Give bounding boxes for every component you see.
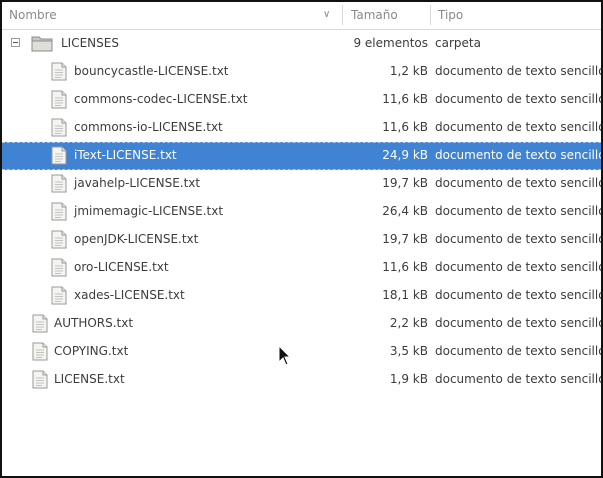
file-name: commons-io-LICENSE.txt xyxy=(74,120,223,134)
file-size: 11,6 kB xyxy=(382,260,428,274)
text-file-icon xyxy=(32,342,48,361)
file-size: 26,4 kB xyxy=(382,204,428,218)
file-name: jmimemagic-LICENSE.txt xyxy=(74,204,224,218)
file-type: carpeta xyxy=(435,36,481,50)
file-size: 19,7 kB xyxy=(382,176,428,190)
file-size: 11,6 kB xyxy=(382,92,428,106)
sort-descending-icon[interactable]: ∨ xyxy=(323,9,330,20)
file-list-view: Nombre ∨ Tamaño Tipo LICENSES 9 elemento… xyxy=(0,0,603,478)
file-type: documento de texto sencillo xyxy=(435,316,603,330)
file-size: 2,2 kB xyxy=(389,316,428,330)
text-file-icon xyxy=(32,314,48,333)
text-file-icon xyxy=(51,146,67,165)
file-size: 1,2 kB xyxy=(389,64,428,78)
file-name: COPYING.txt xyxy=(54,344,129,358)
file-size: 24,9 kB xyxy=(382,148,428,162)
text-file-icon xyxy=(51,286,67,305)
file-name: iText-LICENSE.txt xyxy=(74,148,177,162)
column-header-bar: Nombre ∨ Tamaño Tipo xyxy=(2,2,601,30)
file-size: 19,7 kB xyxy=(382,232,428,246)
column-divider[interactable] xyxy=(430,5,431,25)
file-type: documento de texto sencillo xyxy=(435,176,603,190)
file-type: documento de texto sencillo xyxy=(435,92,603,106)
file-size: 1,9 kB xyxy=(389,372,428,386)
file-row[interactable]: bouncycastle-LICENSE.txt 1,2 kB documento … xyxy=(2,58,601,86)
file-row[interactable]: openJDK-LICENSE.txt 19,7 kB documento de t… xyxy=(2,226,601,254)
file-row[interactable]: AUTHORS.txt 2,2 kB documento de texto senc… xyxy=(2,310,601,338)
file-name: openJDK-LICENSE.txt xyxy=(74,232,199,246)
text-file-icon xyxy=(51,258,67,277)
file-row[interactable]: iText-LICENSE.txt 24,9 kB documento de tex… xyxy=(2,142,601,170)
file-name: LICENSES xyxy=(61,36,119,50)
file-name: oro-LICENSE.txt xyxy=(74,260,169,274)
file-name: xades-LICENSE.txt xyxy=(74,288,185,302)
column-header-size[interactable]: Tamaño xyxy=(351,8,398,22)
file-name: bouncycastle-LICENSE.txt xyxy=(74,64,229,78)
text-file-icon xyxy=(32,370,48,389)
file-row[interactable]: jmimemagic-LICENSE.txt 26,4 kB documento d… xyxy=(2,198,601,226)
column-divider[interactable] xyxy=(342,5,343,25)
column-header-type[interactable]: Tipo xyxy=(438,8,463,22)
text-file-icon xyxy=(51,230,67,249)
file-name: javahelp-LICENSE.txt xyxy=(74,176,201,190)
file-type: documento de texto sencillo xyxy=(435,344,603,358)
collapse-toggle-icon[interactable] xyxy=(11,38,20,47)
column-header-name[interactable]: Nombre xyxy=(9,8,57,22)
file-type: documento de texto sencillo xyxy=(435,64,603,78)
file-row[interactable]: LICENSE.txt 1,9 kB documento de texto senc… xyxy=(2,366,601,394)
file-name: commons-codec-LICENSE.txt xyxy=(74,92,248,106)
file-row[interactable]: commons-io-LICENSE.txt 11,6 kB documento d… xyxy=(2,114,601,142)
file-size: 18,1 kB xyxy=(382,288,428,302)
text-file-icon xyxy=(51,118,67,137)
file-type: documento de texto sencillo xyxy=(435,204,603,218)
file-type: documento de texto sencillo xyxy=(435,232,603,246)
file-name: AUTHORS.txt xyxy=(54,316,134,330)
file-row[interactable]: javahelp-LICENSE.txt 19,7 kB documento de … xyxy=(2,170,601,198)
text-file-icon xyxy=(51,90,67,109)
file-type: documento de texto sencillo xyxy=(435,372,603,386)
file-size: 3,5 kB xyxy=(389,344,428,358)
text-file-icon xyxy=(51,62,67,81)
folder-icon xyxy=(31,36,53,52)
text-file-icon xyxy=(51,202,67,221)
text-file-icon xyxy=(51,174,67,193)
file-size: 9 elementos xyxy=(353,36,428,50)
file-name: LICENSE.txt xyxy=(54,372,125,386)
file-row[interactable]: COPYING.txt 3,5 kB documento de texto senc… xyxy=(2,338,601,366)
file-size: 11,6 kB xyxy=(382,120,428,134)
file-type: documento de texto sencillo xyxy=(435,260,603,274)
file-type: documento de texto sencillo xyxy=(435,148,603,162)
file-row[interactable]: oro-LICENSE.txt 11,6 kB documento de texto… xyxy=(2,254,601,282)
file-type: documento de texto sencillo xyxy=(435,288,603,302)
folder-row-licenses[interactable]: LICENSES 9 elementos carpeta xyxy=(2,30,601,58)
file-type: documento de texto sencillo xyxy=(435,120,603,134)
mouse-pointer-icon xyxy=(278,345,292,366)
file-row[interactable]: commons-codec-LICENSE.txt 11,6 kB document… xyxy=(2,86,601,114)
file-row[interactable]: xades-LICENSE.txt 18,1 kB documento de tex… xyxy=(2,282,601,310)
